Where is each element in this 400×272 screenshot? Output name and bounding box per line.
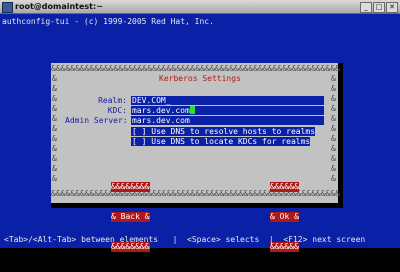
key-help-footer: <Tab>/<Alt-Tab> between elements | <Spac… (4, 235, 366, 244)
checkbox-label: Use DNS to resolve hosts to realms (151, 127, 316, 136)
terminal-header-text: authconfig-tui - (c) 1999-2005 Red Hat, … (2, 17, 214, 26)
ok-button-top: &&&&&& (270, 182, 299, 192)
realm-input[interactable]: DEV.COM_ (131, 96, 324, 105)
admin-server-input[interactable]: mars.dev.com (131, 116, 324, 125)
kdc-input[interactable]: mars.dev.com (131, 106, 324, 115)
realm-label: Realm: (98, 96, 127, 105)
dns-resolve-hosts-checkbox[interactable]: [ ] Use DNS to resolve hosts to realms (131, 127, 316, 136)
window-title: root@domaintest:~ (15, 2, 103, 11)
dns-locate-kdcs-checkbox[interactable]: [ ] Use DNS to locate KDCs for realms (131, 137, 311, 146)
checkbox-mark: [ ] (132, 127, 147, 136)
back-button[interactable]: &&&&&&&& & Back & &&&&&&&& (111, 162, 150, 272)
admin-server-label: Admin Server: (65, 116, 128, 125)
minimize-button[interactable]: _ (360, 2, 372, 13)
ok-button-label: & Ok & (270, 212, 299, 222)
dialog-title: Kerberos Settings (158, 74, 242, 84)
kdc-value: mars.dev.com (132, 106, 190, 115)
dialog-border-top: &&&&&&&&&&&&&&&&&&&&&&&&&&&&&&&&&&&&&&&&… (51, 64, 340, 73)
terminal-area[interactable]: authconfig-tui - (c) 1999-2005 Red Hat, … (0, 14, 400, 252)
checkbox-label: Use DNS to locate KDCs for realms (151, 137, 311, 146)
kerberos-dialog: &&&&&&&&&&&&&&&&&&&&&&&&&&&&&&&&&&&&&&&&… (51, 63, 343, 252)
maximize-button[interactable]: □ (373, 2, 385, 13)
dialog-border-left: & & & & & & & & & & & (52, 74, 57, 183)
back-button-top: &&&&&&&& (111, 182, 150, 192)
terminal-icon (2, 2, 13, 13)
dialog-border-right: & & & & & & & & & & & (331, 74, 336, 183)
window-titlebar[interactable]: root@domaintest:~ _ □ ✕ (0, 0, 400, 14)
close-button[interactable]: ✕ (386, 2, 398, 13)
checkbox-mark: [ ] (132, 137, 147, 146)
ok-button[interactable]: &&&&&& & Ok & &&&&&& (270, 162, 299, 272)
kdc-label: KDC: (107, 106, 127, 115)
back-button-label: & Back & (111, 212, 150, 222)
text-cursor (189, 106, 195, 114)
